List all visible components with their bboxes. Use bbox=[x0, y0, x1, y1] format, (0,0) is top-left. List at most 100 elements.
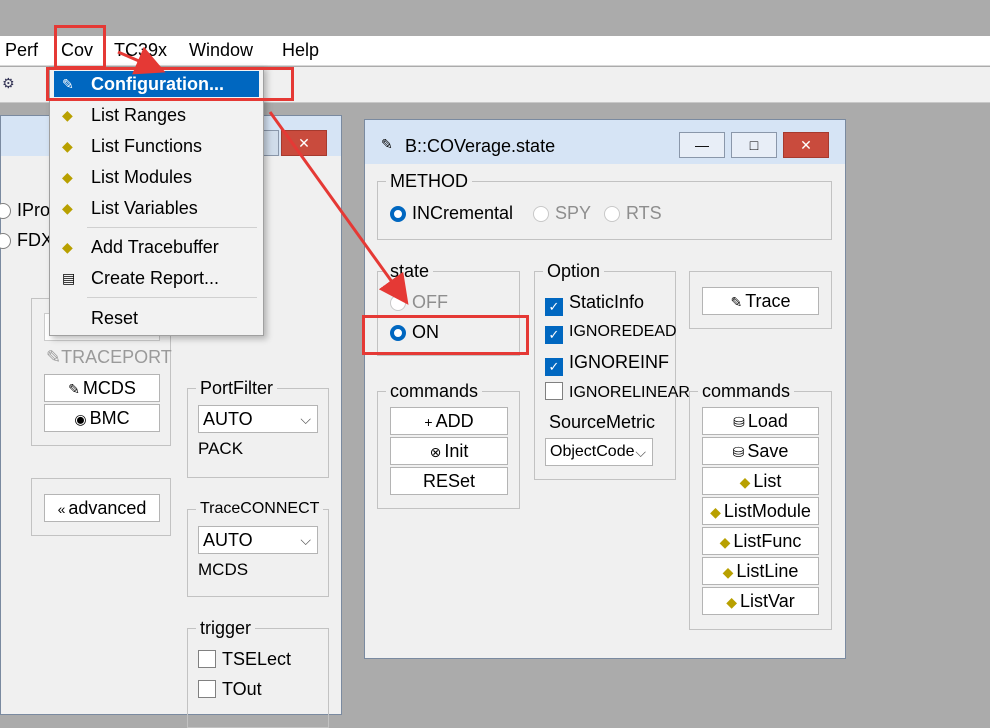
advanced-group: «advanced bbox=[31, 478, 171, 536]
list-icon: ◆ bbox=[719, 534, 731, 550]
state-label: state bbox=[386, 260, 434, 282]
save-icon: ⛁ bbox=[732, 444, 745, 460]
ignoreinf-checkbox[interactable]: ✓ IGNOREINF bbox=[545, 352, 669, 376]
load-icon: ⛁ bbox=[733, 414, 745, 430]
close-button[interactable]: ✕ bbox=[783, 132, 829, 158]
menu-item-list-modules[interactable]: ◆ List Modules bbox=[54, 164, 259, 190]
trace-button[interactable]: ✎ Trace bbox=[702, 287, 819, 315]
listvar-button[interactable]: ◆ ListVar bbox=[702, 587, 819, 615]
wrench-icon: ✎ bbox=[381, 136, 393, 152]
menu-item-list-functions[interactable]: ◆ List Functions bbox=[54, 133, 259, 159]
list-icon: ◆ bbox=[62, 138, 73, 154]
list-icon: ◆ bbox=[722, 564, 734, 580]
minimize-button[interactable]: — bbox=[679, 132, 725, 158]
coverage-state-window: ✎ B::COVerage.state — □ ✕ METHOD INCreme… bbox=[364, 119, 846, 659]
toolbar-tool-icon[interactable]: ⚙ bbox=[2, 75, 15, 92]
list-icon: ◆ bbox=[62, 239, 73, 255]
traceconnect-extra: MCDS bbox=[198, 560, 249, 579]
bmc-button[interactable]: ◉ BMC bbox=[44, 404, 160, 432]
menu-separator bbox=[87, 227, 257, 228]
source-metric-label: SourceMetric bbox=[549, 412, 656, 433]
menu-item-reset[interactable]: Reset bbox=[54, 305, 259, 331]
advanced-button[interactable]: «advanced bbox=[44, 494, 160, 522]
plus-icon: + bbox=[424, 414, 433, 430]
annotation-box-on bbox=[362, 315, 529, 355]
option-label: Option bbox=[543, 260, 605, 282]
radio-fdx[interactable]: FDX bbox=[0, 230, 53, 250]
list-icon: ◆ bbox=[739, 474, 751, 490]
chevron-down-icon: ⌵ bbox=[300, 411, 311, 427]
gauge-icon: ◉ bbox=[74, 411, 87, 427]
menu-separator bbox=[87, 297, 257, 298]
radio-ipro[interactable]: IPro bbox=[0, 200, 50, 220]
list-icon: ◆ bbox=[62, 107, 73, 123]
listmodule-button[interactable]: ◆ ListModule bbox=[702, 497, 819, 525]
commands-right-label: commands bbox=[698, 380, 795, 402]
list-icon: ◆ bbox=[710, 504, 721, 520]
cov-dropdown-menu: ✎ Configuration... ◆ List Ranges ◆ List Fun… bbox=[49, 66, 264, 336]
traceconnect-label: TraceCONNECT bbox=[196, 498, 324, 520]
radio-incremental[interactable]: INCremental bbox=[390, 203, 513, 223]
list-icon: ◆ bbox=[726, 594, 738, 610]
init-button[interactable]: ⊗ Init bbox=[390, 437, 508, 465]
commands-right-group: commands ⛁ Load ⛁ Save ◆ List ◆ ListModule ◆… bbox=[689, 380, 832, 630]
left-window-close-button[interactable]: ✕ bbox=[281, 130, 327, 156]
maximize-button[interactable]: □ bbox=[731, 132, 777, 158]
option-group: Option ✓ StaticInfo ✓ IGNOREDEAD ✓ IGNOREIN… bbox=[534, 260, 690, 480]
mcds-button[interactable]: ✎ MCDS bbox=[44, 374, 160, 402]
chevron-down-icon: ⌵ bbox=[635, 444, 646, 460]
source-metric-select[interactable]: ObjectCode ⌵ bbox=[545, 438, 653, 466]
trigger-label: trigger bbox=[196, 617, 256, 639]
radio-rts[interactable]: RTS bbox=[604, 203, 662, 223]
coverage-window-titlebar: ✎ B::COVerage.state — □ ✕ bbox=[365, 120, 845, 164]
wrench-icon: ✎ bbox=[46, 347, 62, 367]
listline-button[interactable]: ◆ ListLine bbox=[702, 557, 819, 585]
method-label: METHOD bbox=[386, 170, 472, 192]
double-chevron-left-icon: « bbox=[57, 501, 66, 517]
portfilter-group: PortFilter AUTO ⌵ PACK bbox=[187, 377, 329, 478]
trigger-group: trigger TSELect TOut bbox=[187, 617, 329, 728]
trace-group: ✎ Trace bbox=[689, 271, 832, 329]
listfunc-button[interactable]: ◆ ListFunc bbox=[702, 527, 819, 555]
wrench-icon: ✎ bbox=[68, 381, 80, 397]
wrench-icon: ✎ bbox=[730, 294, 743, 310]
chevron-down-icon: ⌵ bbox=[300, 532, 311, 548]
commands-left-label: commands bbox=[386, 380, 483, 402]
portfilter-label: PortFilter bbox=[196, 377, 278, 399]
menu-item-list-variables[interactable]: ◆ List Variables bbox=[54, 195, 259, 221]
staticinfo-checkbox[interactable]: ✓ StaticInfo bbox=[545, 292, 644, 316]
circle-x-icon: ⊗ bbox=[429, 444, 442, 460]
list-icon: ◆ bbox=[62, 200, 73, 216]
traceconnect-select[interactable]: AUTO ⌵ bbox=[198, 526, 318, 554]
tout-checkbox[interactable]: TOut bbox=[198, 679, 262, 699]
annotation-box-cov bbox=[54, 25, 106, 69]
add-button[interactable]: + ADD bbox=[390, 407, 508, 435]
report-icon: ▤ bbox=[62, 270, 76, 286]
commands-left-group: commands + ADD ⊗ Init RESet bbox=[377, 380, 520, 509]
portfilter-select[interactable]: AUTO ⌵ bbox=[198, 405, 318, 433]
menu-tc39x[interactable]: TC39x bbox=[114, 40, 167, 60]
annotation-box-configuration bbox=[46, 67, 294, 101]
menu-help[interactable]: Help bbox=[282, 40, 319, 60]
menu-item-list-ranges[interactable]: ◆ List Ranges bbox=[54, 102, 259, 128]
method-group: METHOD INCremental SPY RTS bbox=[377, 170, 832, 240]
radio-off[interactable]: OFF bbox=[390, 292, 448, 312]
ignorelinear-checkbox[interactable]: IGNORELINEAR bbox=[545, 382, 690, 403]
menu-window[interactable]: Window bbox=[189, 40, 253, 60]
tselect-checkbox[interactable]: TSELect bbox=[198, 649, 291, 669]
menu-item-create-report[interactable]: ▤ Create Report... bbox=[54, 265, 259, 291]
save-button[interactable]: ⛁ Save bbox=[702, 437, 819, 465]
window-title: B::COVerage.state bbox=[405, 136, 556, 156]
load-button[interactable]: ⛁ Load bbox=[702, 407, 819, 435]
portfilter-extra: PACK bbox=[198, 439, 244, 458]
list-icon: ◆ bbox=[62, 169, 73, 185]
traceport-label: ✎TRACEPORT bbox=[46, 347, 172, 367]
menu-perf[interactable]: Perf bbox=[5, 40, 38, 60]
menu-item-add-tracebuffer[interactable]: ◆ Add Tracebuffer bbox=[54, 234, 259, 260]
menu-bar: Perf Cov TC39x Window Help bbox=[0, 36, 990, 66]
traceconnect-group: TraceCONNECT AUTO ⌵ MCDS bbox=[187, 498, 329, 597]
ignoredead-checkbox[interactable]: ✓ IGNOREDEAD bbox=[545, 322, 677, 344]
reset-button[interactable]: RESet bbox=[390, 467, 508, 495]
list-button[interactable]: ◆ List bbox=[702, 467, 819, 495]
radio-spy[interactable]: SPY bbox=[533, 203, 591, 223]
